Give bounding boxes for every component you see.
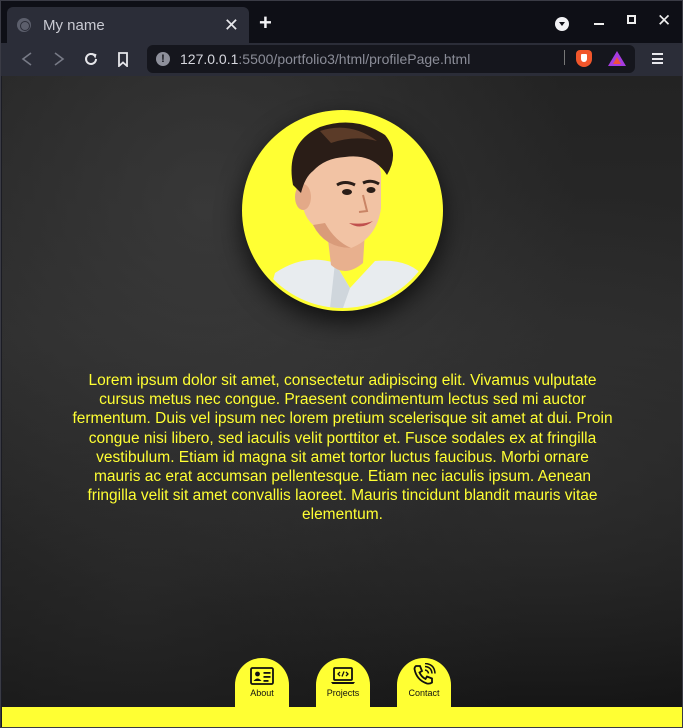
bio-text: Lorem ipsum dolor sit amet, consectetur …	[72, 372, 613, 524]
nav-about-label: About	[250, 688, 274, 698]
back-icon[interactable]	[17, 49, 37, 69]
laptop-code-icon	[331, 667, 355, 684]
reload-icon[interactable]	[81, 49, 101, 69]
portrait-illustration	[245, 113, 440, 308]
minimize-icon[interactable]	[594, 23, 604, 25]
tab-title: My name	[43, 16, 105, 34]
url-text: 127.0.0.1:5500/portfolio3/html/profilePa…	[180, 51, 470, 67]
url-host: 127.0.0.1	[180, 51, 239, 67]
address-bar[interactable]: ! 127.0.0.1:5500/portfolio3/html/profile…	[147, 45, 635, 73]
brave-shields-icon[interactable]	[576, 50, 592, 67]
nav-about-button[interactable]: About	[235, 658, 289, 713]
browser-toolbar: ! 127.0.0.1:5500/portfolio3/html/profile…	[1, 43, 682, 76]
footer-bar	[2, 707, 682, 727]
tab-search-icon[interactable]	[555, 17, 569, 31]
nav-projects-label: Projects	[326, 688, 360, 698]
browser-window: My name ✕ + ✕ ! 127.0.0.1:5500/portfolio…	[0, 0, 683, 728]
close-tab-icon[interactable]: ✕	[224, 16, 239, 34]
nav-contact-label: Contact	[408, 688, 440, 698]
new-tab-icon[interactable]: +	[259, 12, 272, 34]
profile-page: Lorem ipsum dolor sit amet, consectetur …	[2, 76, 682, 727]
toolbar-separator	[564, 50, 565, 65]
site-info-icon[interactable]: !	[156, 52, 170, 66]
maximize-icon[interactable]	[627, 15, 636, 24]
forward-icon[interactable]	[49, 49, 69, 69]
nav-projects-button[interactable]: Projects	[316, 658, 370, 713]
tab-strip: My name ✕ + ✕	[1, 1, 682, 43]
bookmark-icon[interactable]	[113, 49, 133, 69]
browser-tab[interactable]: My name ✕	[7, 7, 249, 43]
close-window-icon[interactable]: ✕	[657, 11, 671, 31]
url-path: :5500/portfolio3/html/profilePage.html	[238, 51, 471, 67]
menu-icon[interactable]	[652, 53, 663, 64]
profile-avatar	[242, 110, 443, 311]
phone-icon	[413, 663, 436, 685]
id-card-icon	[250, 667, 274, 685]
brave-rewards-icon[interactable]	[608, 51, 626, 66]
nav-contact-button[interactable]: Contact	[397, 658, 451, 713]
globe-icon	[17, 18, 31, 32]
